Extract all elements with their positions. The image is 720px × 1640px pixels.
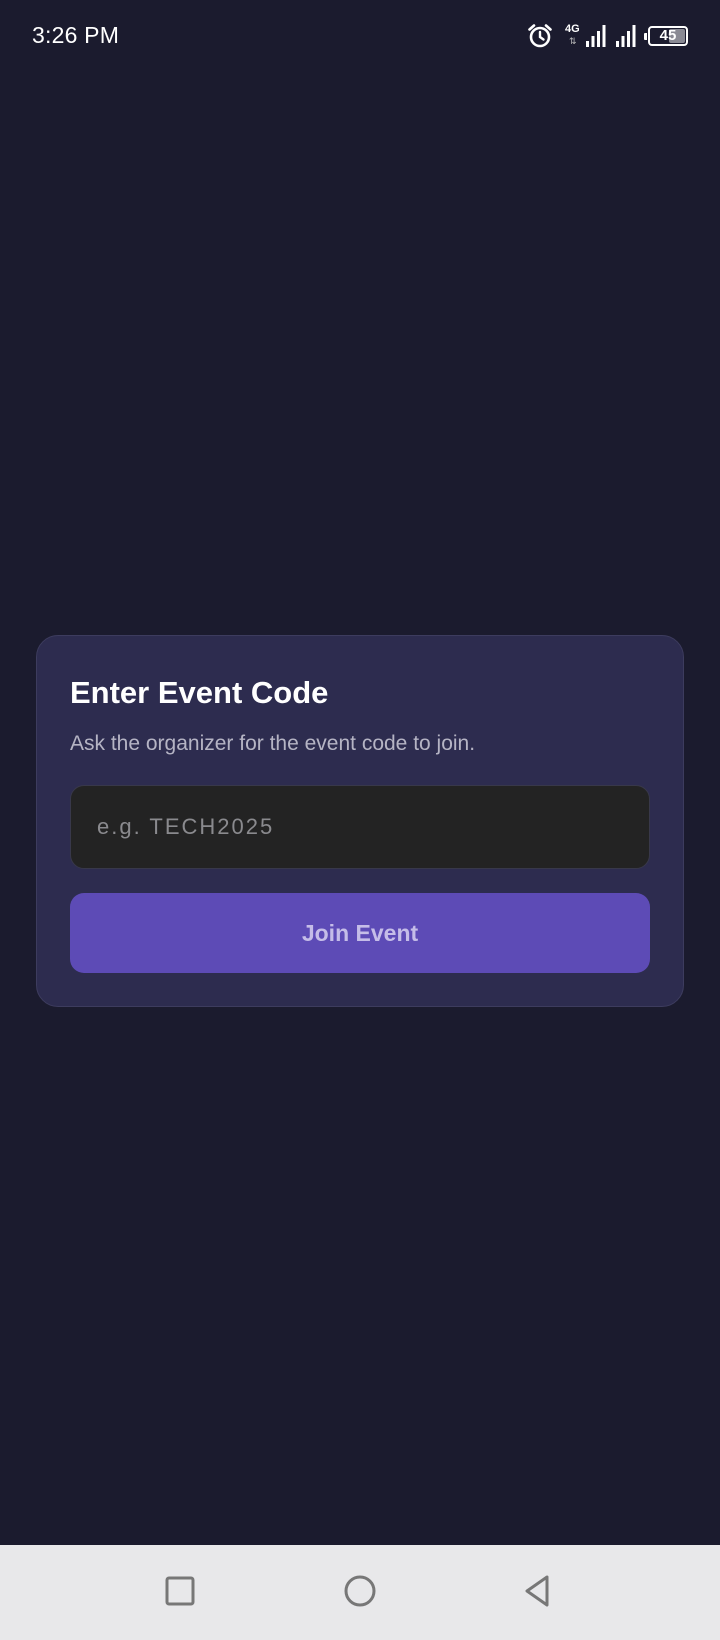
recent-apps-button[interactable] [154, 1567, 206, 1619]
status-time: 3:26 PM [32, 22, 120, 48]
home-button[interactable] [334, 1567, 386, 1619]
status-bar: 3:26 PM 4G ⇅ 45 [0, 0, 720, 74]
card-subtitle: Ask the organizer for the event code to … [70, 732, 476, 755]
recent-apps-icon [164, 1575, 196, 1612]
battery-icon: 45 [644, 26, 688, 46]
network-type-indicator: 4G ⇅ [565, 23, 580, 46]
signal-strength-icon [616, 25, 636, 47]
event-code-input[interactable] [70, 785, 650, 869]
back-icon [522, 1574, 552, 1613]
card-title: Enter Event Code [70, 675, 329, 710]
navigation-bar [0, 1545, 720, 1640]
home-icon [343, 1574, 377, 1613]
event-code-card: Enter Event Code Ask the organizer for t… [36, 635, 684, 1007]
join-event-button[interactable]: Join Event [70, 893, 650, 973]
signal-strength-icon [586, 25, 606, 47]
status-icons: 4G ⇅ 45 [526, 22, 688, 50]
alarm-icon [526, 22, 554, 50]
back-button[interactable] [511, 1567, 563, 1619]
